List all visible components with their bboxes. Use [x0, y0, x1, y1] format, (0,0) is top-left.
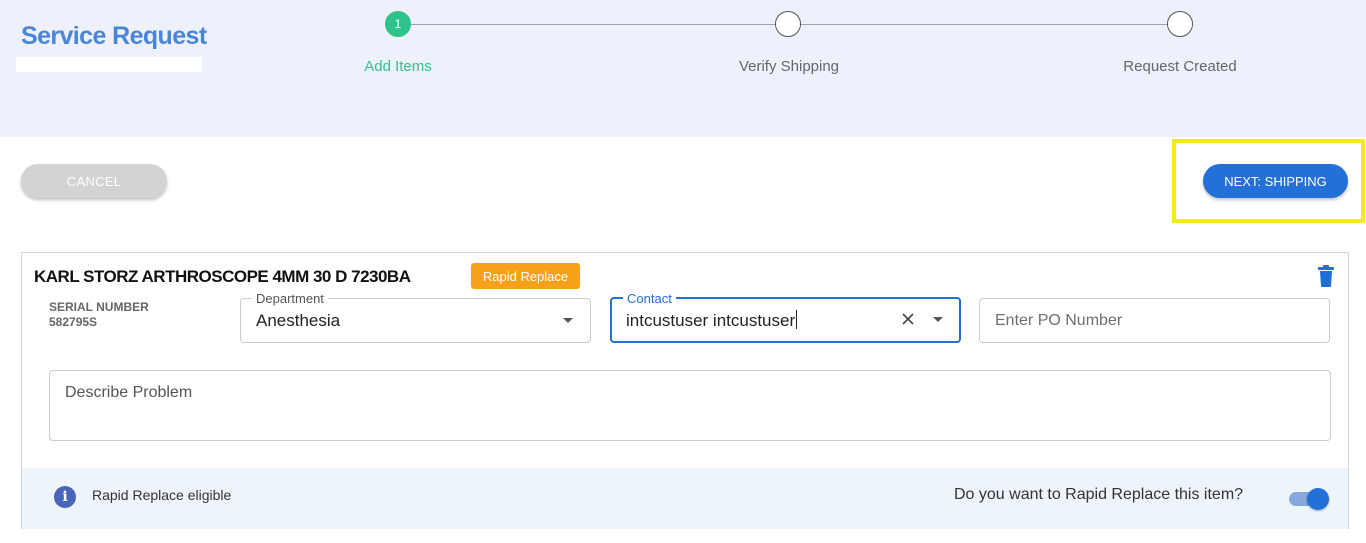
- trash-icon[interactable]: [1318, 265, 1334, 287]
- rapid-replace-footer: i Rapid Replace eligible Do you want to …: [22, 468, 1348, 529]
- rapid-replace-eligible-text: Rapid Replace eligible: [92, 487, 232, 503]
- page-title: Service Request: [21, 22, 207, 50]
- describe-problem-placeholder: Describe Problem: [65, 384, 193, 401]
- step-3-indicator: [1167, 11, 1193, 37]
- contact-value-text: intcustuser intcustuser: [626, 311, 796, 330]
- clear-icon[interactable]: [900, 310, 916, 328]
- next-shipping-button[interactable]: NEXT: SHIPPING: [1203, 164, 1348, 198]
- step-1-indicator: 1: [385, 11, 411, 37]
- contact-value: intcustuser intcustuser: [626, 310, 798, 331]
- header-bar: Service Request 1 Add Items Verify Shipp…: [0, 0, 1366, 137]
- po-number-input[interactable]: Enter PO Number: [979, 298, 1330, 343]
- serial-number-label: SERIAL NUMBER: [49, 300, 149, 314]
- step-3-label: Request Created: [1123, 58, 1237, 75]
- info-icon: i: [54, 486, 76, 508]
- step-2-label: Verify Shipping: [738, 58, 840, 75]
- department-label: Department: [252, 291, 328, 306]
- serial-number-value: 582795S: [49, 315, 98, 329]
- rapid-replace-toggle[interactable]: [1287, 488, 1329, 510]
- text-cursor: [796, 310, 798, 329]
- step-2-indicator: [775, 11, 801, 37]
- chevron-down-icon[interactable]: [563, 318, 573, 323]
- po-number-placeholder: Enter PO Number: [995, 312, 1123, 329]
- rapid-replace-badge: Rapid Replace: [471, 263, 580, 289]
- cancel-button[interactable]: CANCEL: [21, 164, 167, 198]
- chevron-down-icon[interactable]: [933, 317, 943, 322]
- service-item-card: KARL STORZ ARTHROSCOPE 4MM 30 D 7230BA R…: [21, 252, 1349, 529]
- toggle-thumb: [1307, 488, 1329, 510]
- rapid-replace-question: Do you want to Rapid Replace this item?: [954, 486, 1244, 503]
- item-title: KARL STORZ ARTHROSCOPE 4MM 30 D 7230BA: [34, 267, 411, 286]
- describe-problem-textarea[interactable]: Describe Problem: [49, 370, 1331, 441]
- title-underline-mask: [16, 57, 202, 72]
- stepper-connector-2: [801, 24, 1167, 25]
- contact-select[interactable]: Contact intcustuser intcustuser: [610, 291, 961, 343]
- stepper-connector-1: [411, 24, 775, 25]
- contact-label: Contact: [623, 291, 676, 306]
- step-1-label: Add Items: [364, 58, 432, 75]
- department-value: Anesthesia: [256, 311, 341, 330]
- department-select[interactable]: Department Anesthesia: [240, 291, 591, 343]
